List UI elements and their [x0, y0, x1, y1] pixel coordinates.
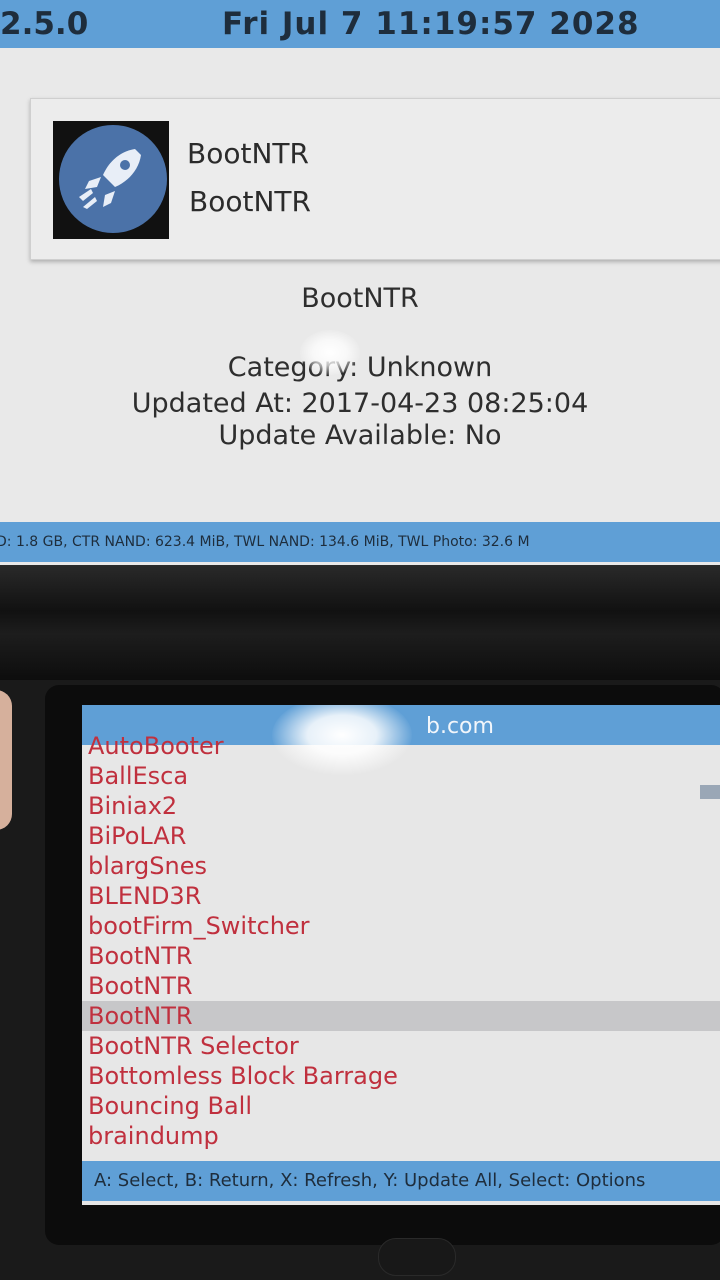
list-item[interactable]: BLEND3R [82, 881, 720, 911]
device-hinge [0, 565, 720, 680]
bottom-screen: b.com AutoBooter BallEsca Biniax2 BiPoLA… [82, 705, 720, 1205]
list-item[interactable]: bootFirm_Switcher [82, 911, 720, 941]
list-item[interactable]: Bottomless Block Barrage [82, 1061, 720, 1091]
hint-text: A: Select, B: Return, X: Refresh, Y: Upd… [94, 1170, 646, 1191]
detail-updated-at: Updated At: 2017-04-23 08:25:04 [131, 388, 589, 419]
list-item[interactable]: BallEsca [82, 761, 720, 791]
home-button[interactable] [378, 1238, 456, 1276]
list-item[interactable]: blargSnes [82, 851, 720, 881]
list-item[interactable]: BootNTR [82, 971, 720, 1001]
storage-bar: D: 1.8 GB, CTR NAND: 623.4 MiB, TWL NAND… [0, 522, 720, 562]
list-item[interactable]: braindump [82, 1121, 720, 1151]
clock-label: Fri Jul 7 11:19:57 2028 [222, 6, 640, 42]
list-item[interactable]: BiPoLAR [82, 821, 720, 851]
app-author: BootNTR [189, 185, 311, 218]
thumb [0, 690, 12, 830]
app-card: BootNTR BootNTR [30, 98, 720, 260]
rocket-icon [79, 149, 141, 209]
hint-bar: A: Select, B: Return, X: Refresh, Y: Upd… [82, 1161, 720, 1201]
list-item[interactable]: BootNTR [82, 941, 720, 971]
version-label: 2.5.0 [0, 6, 89, 42]
detail-update-available: Update Available: No [218, 420, 502, 451]
top-screen: 2.5.0 Fri Jul 7 11:19:57 2028 BootNTR Bo… [0, 0, 720, 565]
storage-info: D: 1.8 GB, CTR NAND: 623.4 MiB, TWL NAND… [0, 534, 530, 550]
app-icon [53, 121, 169, 239]
app-title: BootNTR [187, 137, 309, 170]
scrollbar[interactable] [700, 785, 720, 799]
list-item[interactable]: Bouncing Ball [82, 1091, 720, 1121]
list-item-selected[interactable]: BootNTR [82, 1001, 720, 1031]
status-bar: 2.5.0 Fri Jul 7 11:19:57 2028 [0, 0, 720, 48]
detail-name: BootNTR [301, 283, 419, 314]
screen-glare [300, 330, 360, 375]
list-item[interactable]: BootNTR Selector [82, 1031, 720, 1061]
list-item[interactable]: Biniax2 [82, 791, 720, 821]
detail-category: Category: Unknown [227, 352, 493, 383]
list-item[interactable]: AutoBooter [82, 731, 720, 761]
